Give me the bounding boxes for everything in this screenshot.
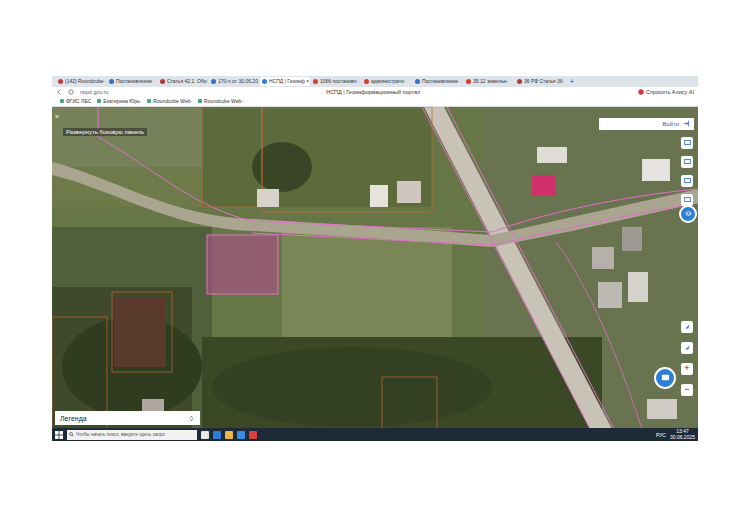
zoom-in-label: + bbox=[684, 364, 689, 373]
tab-label: Постановление · bbox=[116, 78, 155, 84]
tool-icon bbox=[684, 139, 691, 146]
tab-label: 170-п от 30.06.20· bbox=[218, 78, 259, 84]
taskbar-app-icon[interactable] bbox=[201, 431, 209, 439]
search-placeholder: Чтобы начать поиск, введите здесь запро bbox=[76, 432, 165, 437]
tab-label: НСПД | Геоинф × bbox=[269, 78, 309, 84]
taskbar-app-icon[interactable] bbox=[249, 431, 257, 439]
tab-label: Постановление · bbox=[422, 78, 461, 84]
new-tab-button[interactable]: + bbox=[566, 78, 578, 85]
tab-label: администрати· bbox=[371, 78, 405, 84]
browser-tab[interactable]: Статья 42.1. Обо· bbox=[158, 77, 208, 86]
taskbar: Чтобы начать поиск, введите здесь запро Р… bbox=[52, 428, 698, 441]
back-icon bbox=[56, 89, 62, 95]
chat-button[interactable] bbox=[654, 367, 676, 389]
favicon-icon bbox=[364, 79, 369, 84]
favicon-icon bbox=[211, 79, 216, 84]
browser-tab[interactable]: администрати· bbox=[362, 77, 412, 86]
expand-button[interactable]: » bbox=[55, 113, 59, 120]
browser-tab[interactable]: 39.12 земельн· bbox=[464, 77, 514, 86]
taskbar-app-icon[interactable] bbox=[213, 431, 221, 439]
tab-label: Статья 42.1. Обо· bbox=[167, 78, 208, 84]
map-tool-button[interactable] bbox=[681, 321, 693, 333]
alice-icon bbox=[638, 89, 644, 95]
taskbar-app-icon[interactable] bbox=[237, 431, 245, 439]
tab-bar: (142) Roundcube · Постановление · Статья 4… bbox=[52, 76, 698, 87]
taskbar-search[interactable]: Чтобы начать поиск, введите здесь запро bbox=[67, 430, 197, 440]
search-icon bbox=[69, 432, 74, 437]
map-view[interactable]: » Развернуть боковую панель Войти + − Легенда bbox=[52, 107, 698, 428]
favicon-icon bbox=[517, 79, 522, 84]
page-title: НСПД | Геоинформационный портал bbox=[114, 89, 632, 95]
bookmark[interactable]: Roundcube Web· bbox=[198, 98, 243, 104]
bookmark-label: Roundcube Web· bbox=[153, 98, 192, 104]
browser-tab[interactable]: 1066 постановл· bbox=[311, 77, 361, 86]
layers-icon bbox=[685, 210, 692, 217]
favicon-icon bbox=[58, 79, 63, 84]
taskbar-app-icon[interactable] bbox=[225, 431, 233, 439]
language-indicator[interactable]: РУС bbox=[656, 432, 666, 438]
favicon-icon bbox=[109, 79, 114, 84]
login-label: Войти bbox=[662, 121, 679, 127]
map-tool-button[interactable] bbox=[681, 342, 693, 354]
bookmarks-bar: ФГИС ЛЕС Екатерина Юрь· Roundcube Web· Roun… bbox=[52, 97, 698, 107]
address-field[interactable]: nspd.gov.ru bbox=[80, 89, 108, 95]
windows-icon bbox=[55, 431, 63, 439]
bookmark-label: Екатерина Юрь· bbox=[103, 98, 141, 104]
tab-label: 36 РФ Статья 36· bbox=[524, 78, 564, 84]
date: 30.06.2025 bbox=[670, 435, 695, 440]
tool-icon bbox=[684, 196, 691, 203]
bookmark[interactable]: Roundcube Web· bbox=[147, 98, 192, 104]
tab-label: 39.12 земельн· bbox=[473, 78, 508, 84]
login-button[interactable]: Войти bbox=[599, 118, 694, 130]
reload-icon bbox=[68, 89, 74, 95]
browser-tab[interactable]: (142) Roundcube · bbox=[56, 77, 106, 86]
tool-icon bbox=[684, 158, 691, 165]
updown-icon bbox=[188, 415, 195, 422]
map-tool-button[interactable] bbox=[681, 156, 693, 168]
favicon-icon bbox=[466, 79, 471, 84]
login-icon bbox=[683, 120, 690, 127]
browser-tab[interactable]: 36 РФ Статья 36· bbox=[515, 77, 565, 86]
bookmark-icon bbox=[147, 99, 151, 103]
tab-label: 1066 постановл· bbox=[320, 78, 358, 84]
bookmark-icon bbox=[97, 99, 101, 103]
bookmark[interactable]: Екатерина Юрь· bbox=[97, 98, 141, 104]
map-tool-button[interactable] bbox=[681, 175, 693, 187]
favicon-icon bbox=[160, 79, 165, 84]
alice-label: Спросить Алису AI bbox=[646, 89, 694, 95]
browser-tab[interactable]: Постановление · bbox=[413, 77, 463, 86]
legend-dropdown[interactable]: Легенда bbox=[55, 411, 200, 425]
aerial-photo bbox=[52, 107, 698, 428]
tool-icon bbox=[684, 344, 691, 351]
bookmark-icon bbox=[60, 99, 64, 103]
bookmark-label: Roundcube Web· bbox=[204, 98, 243, 104]
tab-label: (142) Roundcube · bbox=[65, 78, 106, 84]
legend-label: Легенда bbox=[60, 415, 87, 422]
layers-button[interactable] bbox=[679, 205, 697, 223]
zoom-out-label: − bbox=[684, 385, 689, 394]
bookmark-label: ФГИС ЛЕС bbox=[66, 98, 91, 104]
browser-tab[interactable]: НСПД | Геоинф × bbox=[260, 77, 310, 86]
favicon-icon bbox=[262, 79, 267, 84]
tool-icon bbox=[684, 323, 691, 330]
clock[interactable]: 13:4730.06.2025 bbox=[670, 429, 695, 440]
side-panel-button[interactable]: Развернуть боковую панель bbox=[63, 128, 147, 136]
map-tool-button[interactable] bbox=[681, 137, 693, 149]
bookmark-icon bbox=[198, 99, 202, 103]
browser-tab[interactable]: 170-п от 30.06.20· bbox=[209, 77, 259, 86]
chat-icon bbox=[661, 373, 670, 382]
browser-tab[interactable]: Постановление · bbox=[107, 77, 157, 86]
favicon-icon bbox=[313, 79, 318, 84]
zoom-in-button[interactable]: + bbox=[681, 363, 693, 375]
zoom-out-button[interactable]: − bbox=[681, 384, 693, 396]
tool-icon bbox=[684, 177, 691, 184]
alice-button[interactable]: Спросить Алису AI bbox=[638, 89, 694, 95]
bookmark[interactable]: ФГИС ЛЕС bbox=[60, 98, 91, 104]
favicon-icon bbox=[415, 79, 420, 84]
address-bar: nspd.gov.ru НСПД | Геоинформационный порт… bbox=[52, 87, 698, 97]
system-tray: РУС 13:4730.06.2025 bbox=[656, 429, 695, 440]
